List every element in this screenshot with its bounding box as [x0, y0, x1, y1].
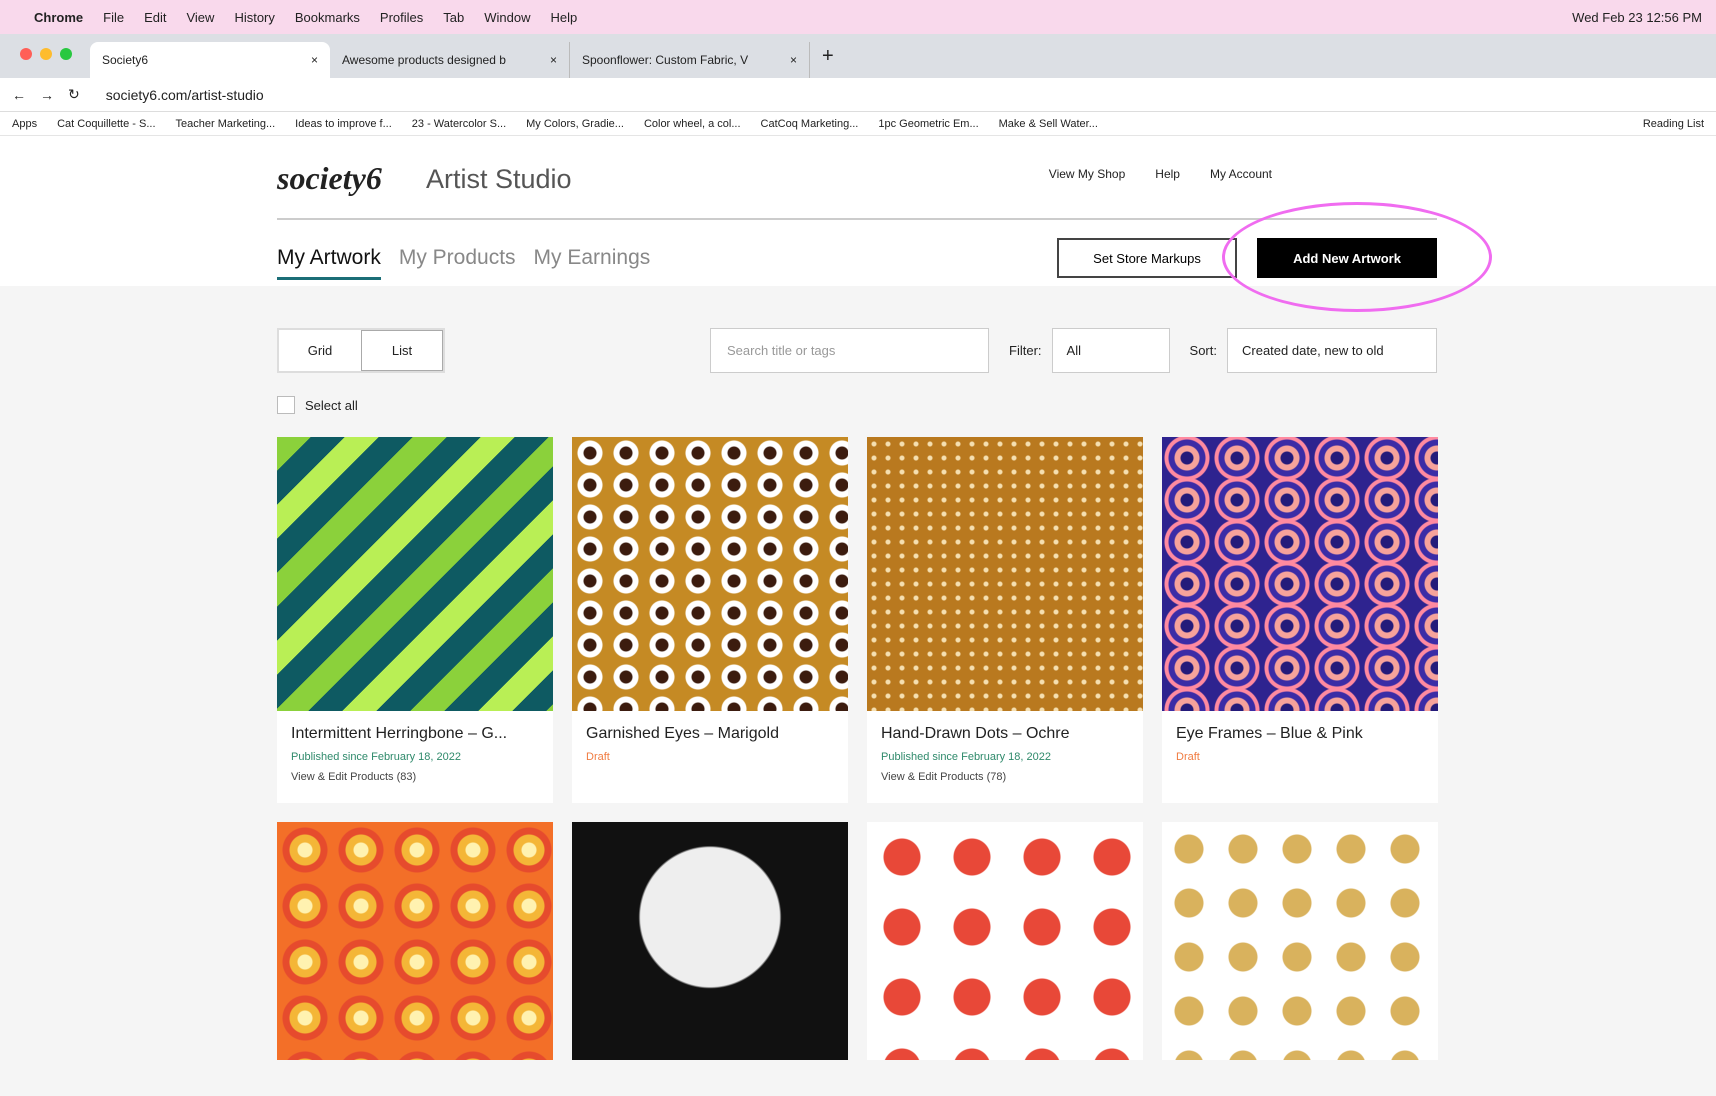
- list-view-button[interactable]: List: [361, 330, 443, 371]
- menu-edit[interactable]: Edit: [144, 10, 166, 25]
- artwork-title[interactable]: Garnished Eyes – Marigold: [586, 725, 834, 743]
- menu-file[interactable]: File: [103, 10, 124, 25]
- artwork-products-link[interactable]: View & Edit Products (83): [291, 771, 539, 783]
- close-icon[interactable]: ×: [790, 53, 797, 67]
- artwork-image[interactable]: [1162, 437, 1438, 711]
- tab-my-artwork[interactable]: My Artwork: [277, 246, 381, 280]
- tab-my-products[interactable]: My Products: [399, 246, 516, 280]
- view-toggle: Grid List: [277, 328, 445, 373]
- search-input[interactable]: Search title or tags: [710, 328, 990, 373]
- top-nav: View My Shop Help My Account: [1049, 167, 1272, 181]
- sort-control: Sort: Created date, new to old: [1190, 328, 1437, 373]
- window-controls: [20, 48, 72, 60]
- bookmarks-bar: Apps Cat Coquillette - S... Teacher Mark…: [0, 112, 1716, 136]
- bookmark-item[interactable]: My Colors, Gradie...: [526, 118, 624, 130]
- artwork-image[interactable]: [867, 822, 1143, 1060]
- artwork-grid: Intermittent Herringbone – G... Published…: [277, 437, 1438, 1060]
- select-all-label: Select all: [305, 397, 358, 413]
- tab-awesome-products[interactable]: Awesome products designed b ×: [330, 42, 570, 78]
- menu-bookmarks[interactable]: Bookmarks: [295, 10, 360, 25]
- back-icon[interactable]: ←: [12, 87, 26, 103]
- new-tab-icon[interactable]: +: [822, 45, 834, 68]
- artwork-card[interactable]: [867, 822, 1143, 1060]
- artwork-status: Draft: [586, 751, 610, 763]
- sort-label: Sort:: [1189, 343, 1217, 358]
- tab-society6[interactable]: Society6 ×: [90, 42, 330, 78]
- grid-view-button[interactable]: Grid: [279, 330, 361, 371]
- clock: Wed Feb 23 12:56 PM: [1572, 9, 1702, 25]
- artwork-card[interactable]: Intermittent Herringbone – G... Published…: [277, 437, 553, 803]
- tab-label: Awesome products designed b: [342, 53, 506, 67]
- close-window-button[interactable]: [20, 48, 32, 60]
- bookmark-item[interactable]: Color wheel, a col...: [644, 118, 741, 130]
- view-shop-link[interactable]: View My Shop: [1049, 167, 1125, 181]
- section-tabs: My Artwork My Products My Earnings: [277, 246, 650, 280]
- bookmark-item[interactable]: Teacher Marketing...: [176, 118, 276, 130]
- tab-label: Society6: [102, 53, 149, 67]
- filter-label: Filter:: [1009, 343, 1042, 358]
- artwork-image[interactable]: [277, 822, 553, 1060]
- artwork-title[interactable]: Eye Frames – Blue & Pink: [1176, 725, 1424, 743]
- society6-logo[interactable]: society6: [277, 160, 382, 197]
- artwork-card[interactable]: [572, 822, 848, 1060]
- bookmark-item[interactable]: Ideas to improve f...: [295, 118, 392, 130]
- tab-my-earnings[interactable]: My Earnings: [534, 246, 651, 280]
- select-all[interactable]: Select all: [277, 396, 358, 414]
- artwork-card[interactable]: [1162, 822, 1438, 1060]
- select-all-checkbox[interactable]: [277, 396, 295, 414]
- artwork-image[interactable]: [277, 437, 553, 711]
- artwork-status: Published since February 18, 2022: [881, 751, 1051, 763]
- bookmark-apps[interactable]: Apps: [12, 118, 37, 130]
- account-menu[interactable]: My Account: [1210, 167, 1272, 181]
- minimize-window-button[interactable]: [40, 48, 52, 60]
- address-bar: ← → ↻ society6.com/artist-studio: [0, 78, 1716, 112]
- bookmark-item[interactable]: CatCoq Marketing...: [761, 118, 859, 130]
- tab-label: Spoonflower: Custom Fabric, V: [582, 53, 749, 67]
- menu-help[interactable]: Help: [551, 10, 578, 25]
- bookmark-item[interactable]: 23 - Watercolor S...: [412, 118, 506, 130]
- close-icon[interactable]: ×: [550, 53, 557, 67]
- artwork-image[interactable]: [572, 437, 848, 711]
- reading-list[interactable]: Reading List: [1643, 118, 1704, 130]
- artwork-toolbar: Grid List Search title or tags Filter: All…: [277, 328, 1437, 373]
- zoom-window-button[interactable]: [60, 48, 72, 60]
- menu-view[interactable]: View: [186, 10, 214, 25]
- artwork-card[interactable]: Garnished Eyes – Marigold Draft: [572, 437, 848, 803]
- sort-select[interactable]: Created date, new to old: [1227, 328, 1437, 373]
- menu-app[interactable]: Chrome: [34, 10, 83, 25]
- menu-window[interactable]: Window: [484, 10, 530, 25]
- artwork-card[interactable]: [277, 822, 553, 1060]
- forward-icon[interactable]: →: [40, 87, 54, 103]
- artwork-card[interactable]: Eye Frames – Blue & Pink Draft: [1162, 437, 1438, 803]
- artwork-image[interactable]: [572, 822, 848, 1060]
- menu-profiles[interactable]: Profiles: [380, 10, 423, 25]
- tab-spoonflower[interactable]: Spoonflower: Custom Fabric, V ×: [570, 42, 810, 78]
- help-link[interactable]: Help: [1155, 167, 1180, 181]
- page-title: Artist Studio: [426, 164, 572, 194]
- highlight-circle: [1222, 202, 1492, 312]
- bookmark-item[interactable]: Make & Sell Water...: [999, 118, 1098, 130]
- bookmark-item[interactable]: 1pc Geometric Em...: [878, 118, 978, 130]
- close-icon[interactable]: ×: [311, 53, 318, 67]
- artwork-status: Draft: [1176, 751, 1200, 763]
- artwork-title[interactable]: Intermittent Herringbone – G...: [291, 725, 539, 743]
- browser-tabs: Society6 × Awesome products designed b × S…: [0, 34, 1716, 78]
- artwork-title[interactable]: Hand-Drawn Dots – Ochre: [881, 725, 1129, 743]
- filter-select[interactable]: All: [1051, 328, 1170, 373]
- reload-icon[interactable]: ↻: [68, 86, 80, 103]
- bookmark-item[interactable]: Cat Coquillette - S...: [57, 118, 155, 130]
- artwork-image[interactable]: [1162, 822, 1438, 1060]
- site-header: society6 Artist Studio View My Shop Help M…: [0, 136, 1716, 312]
- artwork-image[interactable]: [867, 437, 1143, 711]
- artwork-status: Published since February 18, 2022: [291, 751, 461, 763]
- menu-tab[interactable]: Tab: [443, 10, 464, 25]
- artwork-card[interactable]: Hand-Drawn Dots – Ochre Published since F…: [867, 437, 1143, 803]
- set-store-markups-button[interactable]: Set Store Markups: [1057, 238, 1237, 278]
- filter-control: Filter: All: [1009, 328, 1170, 373]
- menu-history[interactable]: History: [234, 10, 274, 25]
- url-field[interactable]: society6.com/artist-studio: [106, 87, 264, 103]
- mac-menubar: Chrome File Edit View History Bookmarks …: [0, 0, 1716, 34]
- artwork-products-link[interactable]: View & Edit Products (78): [881, 771, 1129, 783]
